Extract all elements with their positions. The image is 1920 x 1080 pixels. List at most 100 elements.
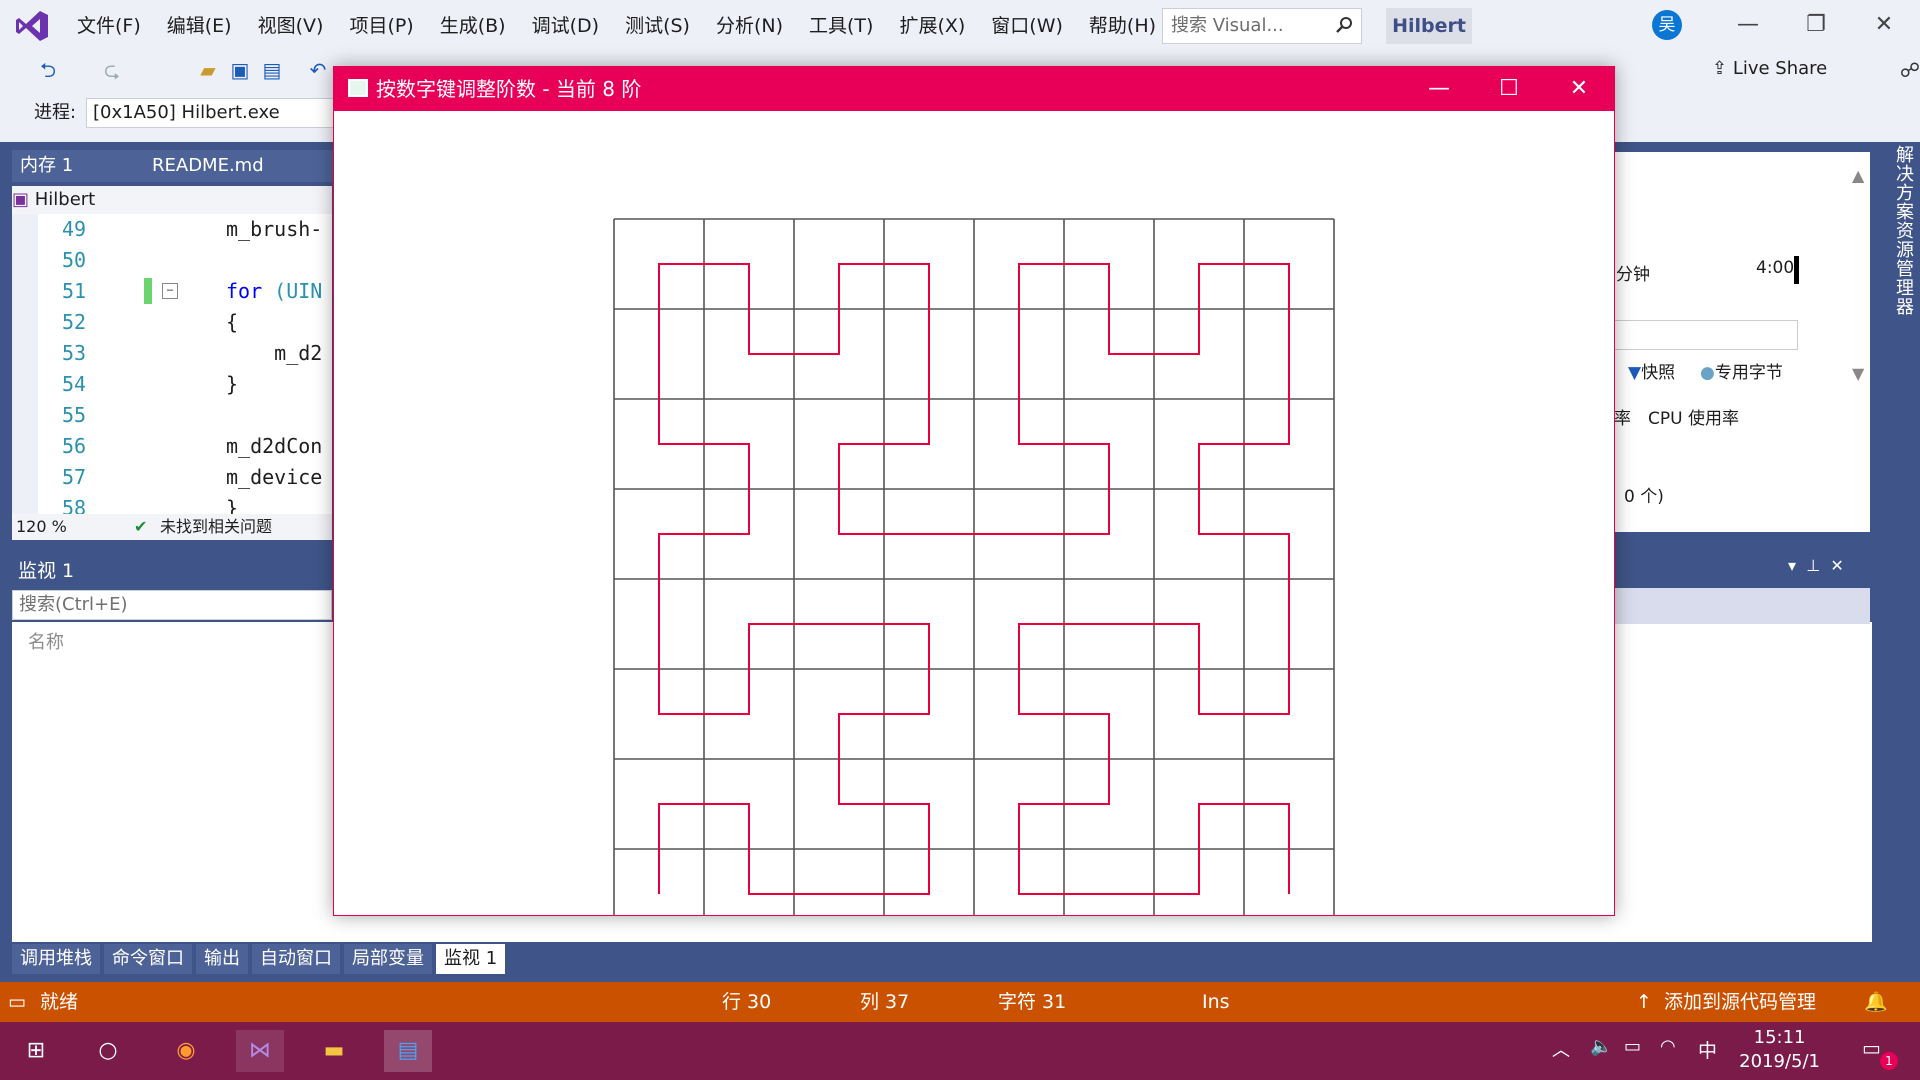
feedback-icon[interactable]: ☍ xyxy=(1896,56,1920,84)
code-text: (UIN xyxy=(262,279,323,303)
notification-bell-icon[interactable]: 🔔 xyxy=(1864,982,1888,1022)
tab-memory-1[interactable]: 内存 1 xyxy=(12,150,148,182)
wifi-icon[interactable]: ◠ xyxy=(1660,1036,1676,1057)
status-ins: Ins xyxy=(1202,991,1230,1013)
line-number: 53 xyxy=(62,341,87,365)
ime-indicator[interactable]: 中 xyxy=(1698,1036,1717,1063)
private-bytes-legend: ●专用字节 xyxy=(1700,358,1783,383)
hilbert-app-window: 按数字键调整阶数 - 当前 8 阶 — ☐ ✕ xyxy=(333,66,1615,916)
code-text: } xyxy=(226,372,239,396)
line-number: 49 xyxy=(62,217,87,241)
notification-count-badge: 1 xyxy=(1880,1052,1898,1070)
menu-view[interactable]: 视图(V) xyxy=(245,0,337,52)
code-keyword: for xyxy=(226,279,263,303)
save-all-icon[interactable]: ▤ xyxy=(258,56,286,84)
count-label: 0 个) xyxy=(1624,487,1664,507)
issues-status[interactable]: 未找到相关问题 xyxy=(160,514,272,540)
menu-debug[interactable]: 调试(D) xyxy=(519,0,612,52)
menu-test[interactable]: 测试(S) xyxy=(612,0,703,52)
line-number: 54 xyxy=(62,372,87,396)
avatar[interactable]: 吴 xyxy=(1652,10,1682,40)
tab-watch-1[interactable]: 监视 1 xyxy=(436,944,506,974)
add-source-control-button[interactable]: 添加到源代码管理 xyxy=(1664,982,1816,1022)
app-title: 按数字键调整阶数 - 当前 8 阶 xyxy=(376,77,642,101)
app-title-bar[interactable]: 按数字键调整阶数 - 当前 8 阶 — ☐ ✕ xyxy=(334,67,1614,111)
tray-chevron-icon[interactable]: ︿ xyxy=(1552,1036,1570,1062)
visual-studio-taskbar-icon[interactable]: ⋈ xyxy=(236,1030,284,1072)
tab-output[interactable]: 输出 xyxy=(196,944,248,974)
menu-tools[interactable]: 工具(T) xyxy=(796,0,886,52)
minutes-label: 分钟 xyxy=(1616,265,1650,285)
minimize-icon[interactable]: — xyxy=(1728,10,1768,40)
filter-icon: ▼ xyxy=(1628,363,1642,383)
menu-analyze[interactable]: 分析(N) xyxy=(703,0,796,52)
menu-extensions[interactable]: 扩展(X) xyxy=(886,0,978,52)
close-icon[interactable]: ✕ xyxy=(1830,556,1843,575)
open-folder-icon[interactable]: ▰ xyxy=(194,56,222,84)
app-close-icon[interactable]: ✕ xyxy=(1544,67,1614,111)
line-number: 51 xyxy=(62,279,87,303)
visual-studio-logo-icon[interactable] xyxy=(14,8,50,44)
battery-icon[interactable]: ▭ xyxy=(1624,1036,1641,1057)
watch-search-input[interactable]: 搜索(Ctrl+E) xyxy=(12,590,332,620)
tab-command-window[interactable]: 命令窗口 xyxy=(104,944,192,974)
status-ready: 就绪 xyxy=(40,991,79,1013)
live-share-button[interactable]: ⇪ Live Share xyxy=(1712,54,1827,84)
scroll-down-icon[interactable]: ▼ xyxy=(1852,364,1864,383)
app-maximize-icon[interactable]: ☐ xyxy=(1474,67,1544,111)
timeline-cursor[interactable] xyxy=(1794,256,1799,284)
back-icon[interactable]: ⮌ xyxy=(34,56,62,84)
process-label: 进程: xyxy=(34,102,77,123)
code-editor[interactable]: − 49 m_brush- 50 51 for (UIN 52 { 53 m_d2 5… xyxy=(12,214,332,520)
action-center-icon[interactable]: ▭ xyxy=(1862,1036,1881,1060)
tab-call-stack[interactable]: 调用堆栈 xyxy=(12,944,100,974)
menu-edit[interactable]: 编辑(E) xyxy=(154,0,245,52)
grid-lines xyxy=(613,218,1335,915)
tab-autos[interactable]: 自动窗口 xyxy=(252,944,340,974)
cpu-usage-tab[interactable]: CPU 使用率 xyxy=(1648,404,1739,429)
app-minimize-icon[interactable]: — xyxy=(1404,67,1474,111)
share-icon: ⇪ xyxy=(1712,58,1733,79)
restore-icon[interactable]: ❐ xyxy=(1796,10,1836,40)
timeline-time: 4:00 xyxy=(1756,258,1795,278)
file-explorer-icon[interactable]: ▬ xyxy=(310,1030,358,1072)
document-tabs: 内存 1 README.md xyxy=(12,150,340,182)
timeline-track xyxy=(1614,320,1798,350)
save-icon[interactable]: ▣ xyxy=(226,56,254,84)
solution-explorer-tab[interactable]: 解决方案资源管理器 xyxy=(1880,145,1916,345)
process-dropdown[interactable]: [0x1A50] Hilbert.exe xyxy=(86,98,336,128)
status-icon: ▭ xyxy=(8,991,26,1013)
code-text: m_d2 xyxy=(226,341,323,365)
tab-readme[interactable]: README.md xyxy=(144,150,340,182)
menu-help[interactable]: 帮助(H) xyxy=(1076,0,1169,52)
vs-title-bar: 文件(F) 编辑(E) 视图(V) 项目(P) 生成(B) 调试(D) 测试(S… xyxy=(0,0,1920,52)
close-icon[interactable]: ✕ xyxy=(1830,150,1843,169)
editor-navigation-bar[interactable]: ▣ Hilbert xyxy=(12,186,332,214)
tab-locals[interactable]: 局部变量 xyxy=(344,944,432,974)
volume-icon[interactable]: 🔈 xyxy=(1590,1036,1612,1057)
windows-start-icon[interactable]: ⊞ xyxy=(12,1030,60,1072)
menu-build[interactable]: 生成(B) xyxy=(427,0,519,52)
zoom-dropdown[interactable]: 120 % xyxy=(16,514,67,540)
dropdown-icon[interactable]: ▾ xyxy=(1788,556,1796,575)
vs-search-box[interactable]: 搜索 Visual... xyxy=(1162,8,1362,44)
firefox-icon[interactable]: ◉ xyxy=(162,1030,210,1072)
pin-icon[interactable]: ⊥ xyxy=(1806,556,1820,575)
menu-project[interactable]: 项目(P) xyxy=(336,0,426,52)
menu-file[interactable]: 文件(F) xyxy=(64,0,154,52)
close-icon[interactable]: ✕ xyxy=(1864,10,1904,40)
forward-icon[interactable]: ⮎ xyxy=(98,56,126,84)
undo-icon[interactable]: ↶ xyxy=(304,56,332,84)
code-text: { xyxy=(226,310,239,334)
search-icon xyxy=(1336,17,1352,33)
editor-gutter xyxy=(12,214,38,514)
taskbar-clock[interactable]: 15:11 2019/5/1 xyxy=(1739,1026,1820,1074)
collapse-icon[interactable]: − xyxy=(162,283,178,299)
menu-window[interactable]: 窗口(W) xyxy=(978,0,1076,52)
hilbert-app-taskbar-icon[interactable]: ▤ xyxy=(384,1030,432,1072)
cortana-icon[interactable]: ○ xyxy=(84,1030,132,1072)
rate-tab[interactable]: 率 xyxy=(1614,404,1631,429)
tool-window-tabs: 调用堆栈 命令窗口 输出 自动窗口 局部变量 监视 1 xyxy=(12,944,509,974)
dropdown-icon[interactable]: ▾ xyxy=(1788,150,1796,169)
pin-icon[interactable]: ⊥ xyxy=(1806,150,1820,169)
